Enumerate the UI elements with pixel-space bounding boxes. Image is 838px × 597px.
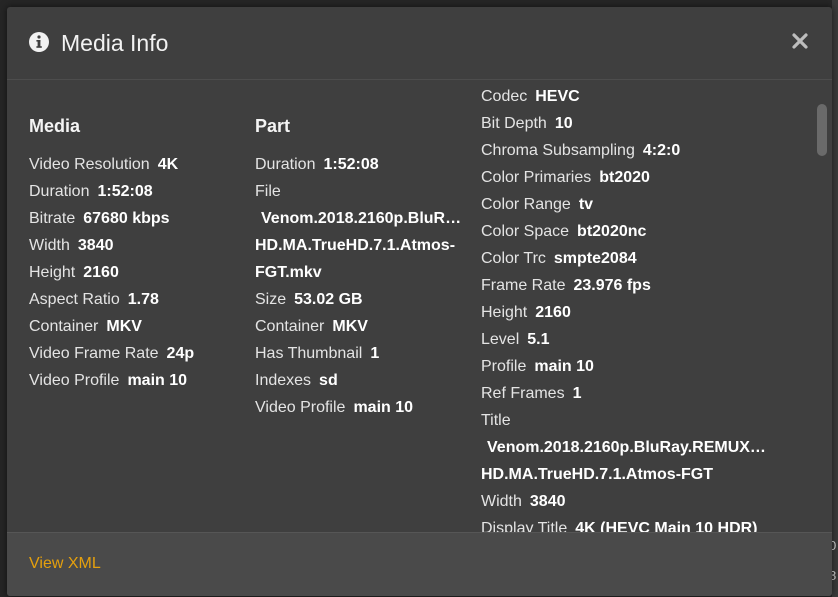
info-row: Duration 1:52:08 — [29, 183, 153, 200]
info-row: Video Profile main 10 — [255, 399, 414, 416]
media-info-modal: Media Info Media Video Resolution 4K Dura… — [7, 7, 832, 596]
info-row: Display Title 4K (HEVC Main 10 HDR) — [481, 520, 758, 532]
file-name-line: Venom.2018.2160p.BluR… — [261, 210, 462, 227]
scrollbar-thumb[interactable] — [817, 104, 827, 156]
info-row: File — [255, 183, 281, 200]
info-row: Ref Frames 1 — [481, 385, 582, 402]
view-xml-link[interactable]: View XML — [29, 555, 101, 573]
info-row: Size 53.02 GB — [255, 291, 363, 308]
info-row: Color Trc smpte2084 — [481, 250, 637, 267]
info-row: Video Frame Rate 24p — [29, 345, 195, 362]
info-row: Width 3840 — [29, 237, 114, 254]
video-stream-section: Codec HEVC Bit Depth 10 Chroma Subsampling… — [481, 83, 781, 532]
modal-footer: View XML — [7, 532, 832, 596]
info-row: Has Thumbnail 1 — [255, 345, 380, 362]
info-row: Bit Depth 10 — [481, 115, 573, 132]
modal-header: Media Info — [7, 7, 832, 80]
info-icon — [29, 32, 49, 52]
info-row: Video Resolution 4K — [29, 156, 179, 173]
info-row: Title — [481, 412, 511, 429]
file-name-line: HD.MA.TrueHD.7.1.Atmos- — [255, 237, 456, 254]
title-line: HD.MA.TrueHD.7.1.Atmos-FGT — [481, 466, 714, 483]
info-row: Container MKV — [29, 318, 142, 335]
part-section: Part Duration 1:52:08 File Venom.2018.216… — [255, 80, 475, 421]
info-row: Color Space bt2020nc — [481, 223, 647, 240]
info-row: Video Profile main 10 — [29, 372, 188, 389]
info-row: Color Primaries bt2020 — [481, 169, 650, 186]
info-row: Width 3840 — [481, 493, 566, 510]
info-row: Frame Rate 23.976 fps — [481, 277, 651, 294]
info-row: Aspect Ratio 1.78 — [29, 291, 159, 308]
media-heading: Media — [29, 116, 81, 136]
info-row: Bitrate 67680 kbps — [29, 210, 170, 227]
info-row: Codec HEVC — [481, 88, 580, 105]
info-row: Duration 1:52:08 — [255, 156, 379, 173]
info-row: Container MKV — [255, 318, 368, 335]
close-icon[interactable] — [789, 30, 811, 52]
info-row: Profile main 10 — [481, 358, 594, 375]
modal-title: Media Info — [61, 30, 169, 56]
file-name-line: FGT.mkv — [255, 264, 322, 281]
title-line: Venom.2018.2160p.BluRay.REMUX… — [487, 439, 766, 456]
info-row: Color Range tv — [481, 196, 594, 213]
info-row: Height 2160 — [481, 304, 571, 321]
info-row: Indexes sd — [255, 372, 338, 389]
modal-body[interactable]: Media Video Resolution 4K Duration 1:52:08… — [7, 80, 832, 532]
info-row: Height 2160 — [29, 264, 119, 281]
background-scroll-strip — [832, 0, 838, 597]
info-row: Chroma Subsampling 4:2:0 — [481, 142, 681, 159]
media-section: Media Video Resolution 4K Duration 1:52:08… — [29, 80, 249, 394]
info-row: Level 5.1 — [481, 331, 550, 348]
part-heading: Part — [255, 116, 291, 136]
